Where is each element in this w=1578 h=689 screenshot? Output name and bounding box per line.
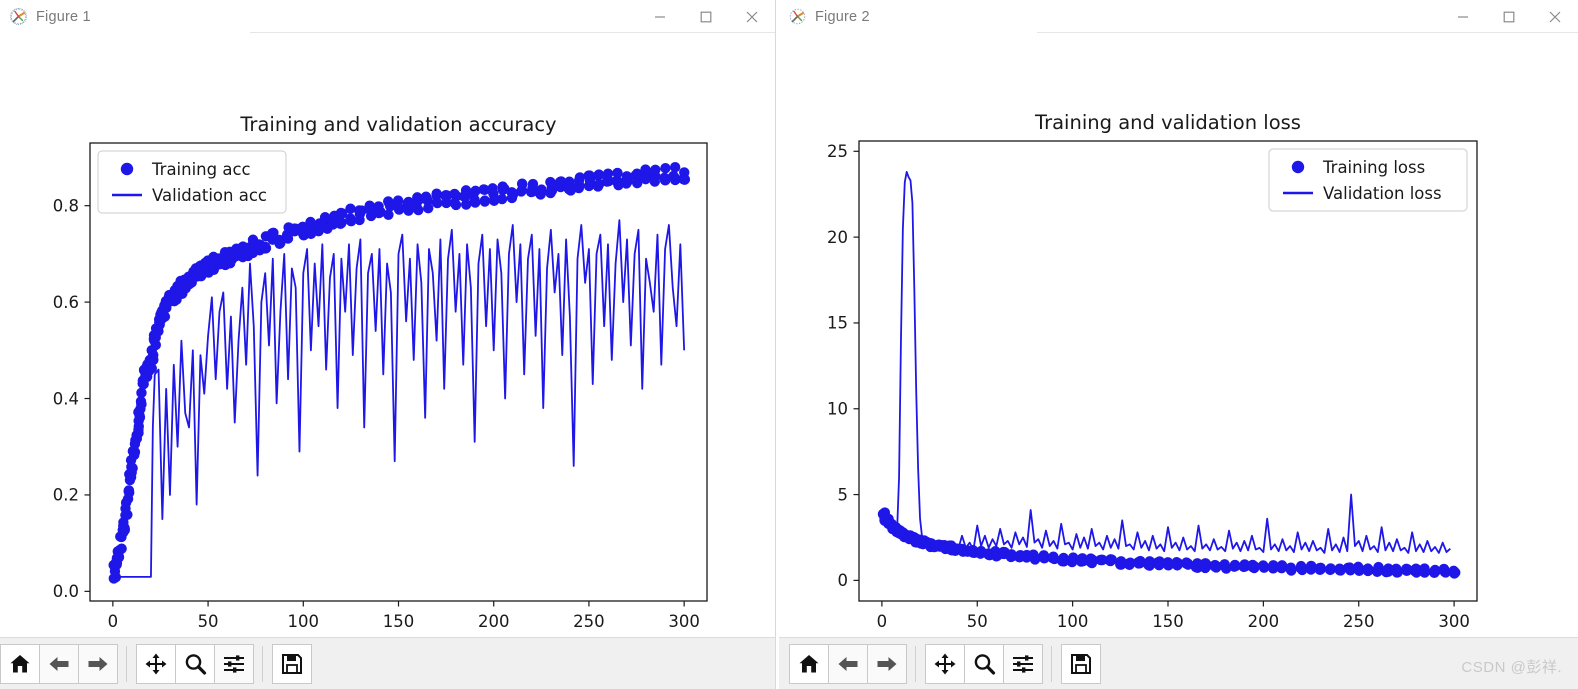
close-button[interactable]	[729, 0, 775, 33]
svg-text:10: 10	[827, 400, 848, 419]
titlebar-figure-1[interactable]: Figure 1	[0, 0, 775, 33]
svg-text:Training loss: Training loss	[1322, 158, 1425, 177]
svg-text:0: 0	[838, 571, 849, 590]
figure-window-2[interactable]: Figure 2 Training and validation loss 0 50…	[779, 0, 1578, 689]
figure-window-1[interactable]: Figure 1 Training and validation accurac…	[0, 0, 775, 689]
svg-text:100: 100	[288, 612, 320, 631]
back-button[interactable]	[828, 643, 868, 684]
forward-button[interactable]	[867, 643, 907, 684]
toolbar-separator	[262, 645, 263, 682]
minimize-button[interactable]	[637, 0, 683, 33]
save-button[interactable]	[1061, 643, 1101, 684]
zoom-button[interactable]	[964, 643, 1004, 684]
toolbar-group-nav	[0, 643, 118, 684]
svg-text:150: 150	[1152, 612, 1184, 631]
window-title: Figure 2	[815, 8, 870, 25]
toolbar-group-nav	[789, 643, 907, 684]
svg-text:25: 25	[827, 142, 848, 161]
svg-text:50: 50	[967, 612, 988, 631]
subplots-button[interactable]	[214, 643, 254, 684]
matplotlib-icon	[789, 8, 806, 25]
window-controls	[1440, 0, 1578, 33]
titlebar-left: Figure 1	[0, 8, 91, 25]
svg-text:0.2: 0.2	[53, 486, 79, 505]
svg-text:300: 300	[1438, 612, 1470, 631]
window-controls	[637, 0, 775, 33]
titlebar-figure-2[interactable]: Figure 2	[779, 0, 1578, 33]
toolbar-group-tools	[136, 643, 254, 684]
svg-text:200: 200	[478, 612, 510, 631]
maximize-button[interactable]	[1486, 0, 1532, 33]
navigation-toolbar-1[interactable]	[0, 637, 775, 689]
svg-text:0: 0	[108, 612, 119, 631]
loss-plot: Training and validation loss0 50 100 150 200…	[779, 33, 1578, 638]
toolbar-group-save	[1061, 643, 1101, 684]
maximize-button[interactable]	[683, 0, 729, 33]
svg-text:0.4: 0.4	[53, 389, 79, 408]
figure-canvas-1[interactable]: Training and validation accuracy 0 50 100 15…	[0, 33, 775, 638]
accuracy-plot: Training and validation accuracy 0 50 100 15…	[0, 33, 775, 638]
home-button[interactable]	[789, 643, 829, 684]
svg-text:20: 20	[827, 228, 848, 247]
back-button[interactable]	[39, 643, 79, 684]
svg-text:300: 300	[668, 612, 700, 631]
home-button[interactable]	[0, 643, 40, 684]
svg-text:5: 5	[838, 485, 849, 504]
svg-text:100: 100	[1057, 612, 1089, 631]
titlebar-left: Figure 2	[779, 8, 870, 25]
svg-text:0.8: 0.8	[53, 196, 79, 215]
svg-text:Training and validation accura: Training and validation accuracy	[239, 113, 556, 136]
csdn-watermark: CSDN @彭祥.	[1461, 659, 1562, 676]
svg-text:50: 50	[198, 612, 219, 631]
svg-text:0.0: 0.0	[53, 582, 79, 601]
svg-text:Training acc: Training acc	[151, 160, 251, 179]
svg-text:Validation acc: Validation acc	[152, 186, 267, 205]
svg-text:0.6: 0.6	[53, 293, 79, 312]
close-button[interactable]	[1532, 0, 1578, 33]
subplots-button[interactable]	[1003, 643, 1043, 684]
svg-text:250: 250	[573, 612, 605, 631]
save-button[interactable]	[272, 643, 312, 684]
figure-canvas-2[interactable]: Training and validation loss 0 50 100 150 200…	[779, 33, 1578, 638]
svg-text:Training and validation loss: Training and validation loss	[1034, 111, 1301, 134]
toolbar-separator	[126, 645, 127, 682]
toolbar-separator	[915, 645, 916, 682]
window-title: Figure 1	[36, 8, 91, 25]
matplotlib-icon	[10, 8, 27, 25]
svg-text:250: 250	[1343, 612, 1375, 631]
svg-text:0: 0	[877, 612, 888, 631]
navigation-toolbar-2[interactable]	[779, 637, 1578, 689]
toolbar-separator	[1051, 645, 1052, 682]
svg-text:150: 150	[383, 612, 415, 631]
svg-text:15: 15	[827, 314, 848, 333]
forward-button[interactable]	[78, 643, 118, 684]
desktop: Figure 1 Training and validation accurac…	[0, 0, 1578, 689]
svg-text:200: 200	[1248, 612, 1280, 631]
pan-button[interactable]	[136, 643, 176, 684]
svg-text:Validation loss: Validation loss	[1323, 184, 1442, 203]
zoom-button[interactable]	[175, 643, 215, 684]
toolbar-group-save	[272, 643, 312, 684]
toolbar-group-tools	[925, 643, 1043, 684]
pan-button[interactable]	[925, 643, 965, 684]
minimize-button[interactable]	[1440, 0, 1486, 33]
